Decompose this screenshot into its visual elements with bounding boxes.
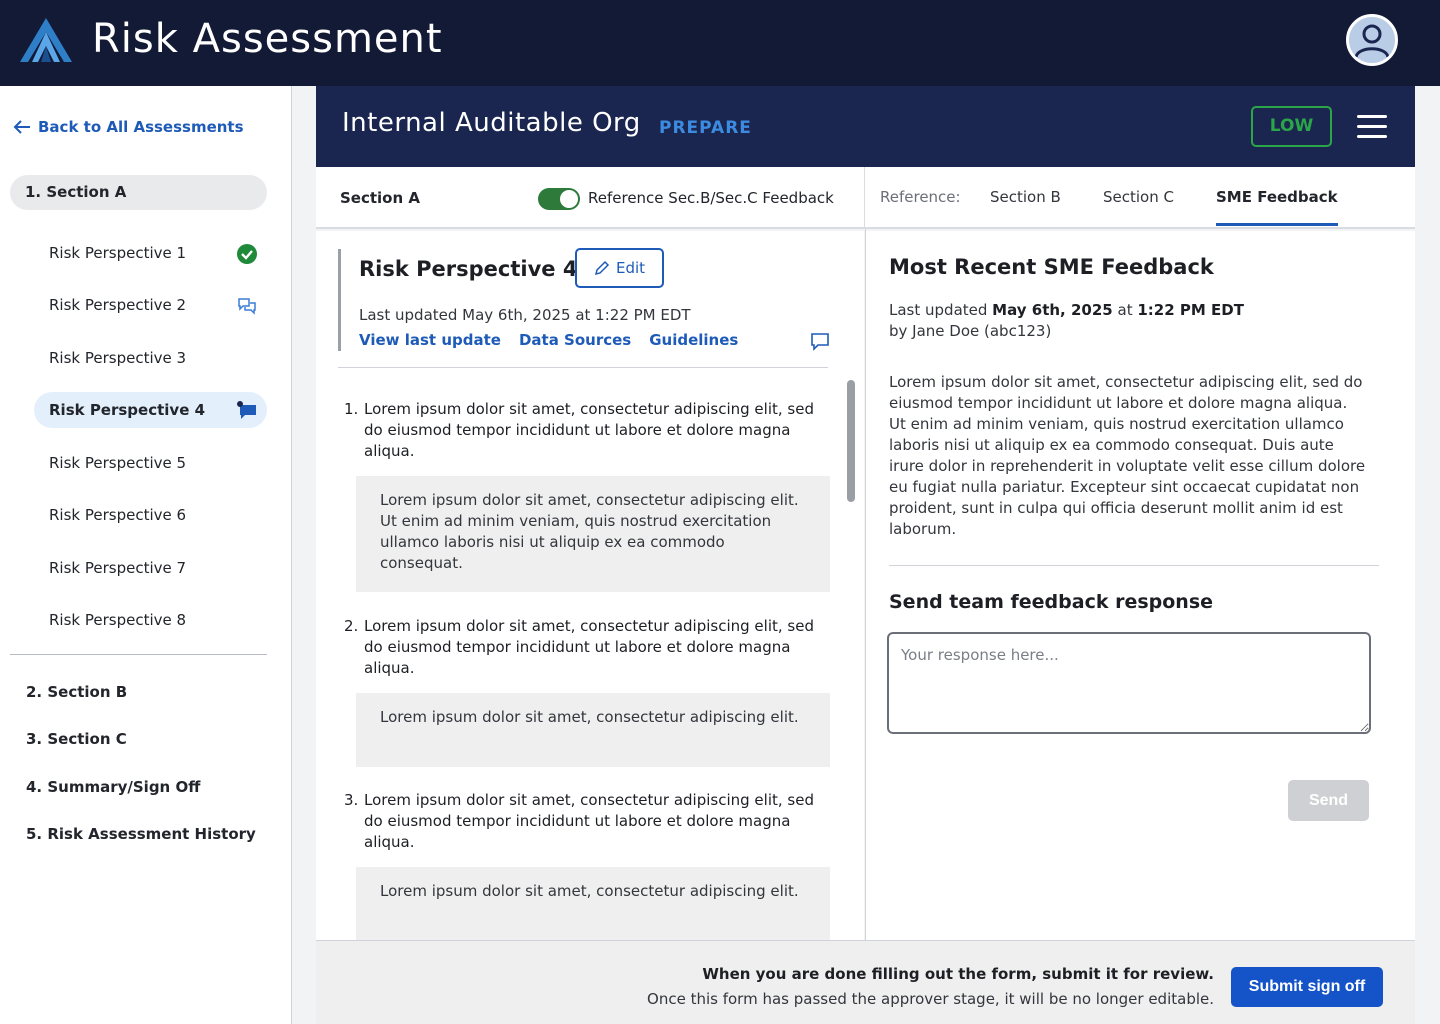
perspective-title: Risk Perspective 4 bbox=[359, 257, 578, 281]
response-textarea[interactable] bbox=[887, 632, 1371, 734]
sidebar-item-risk-perspective-7[interactable]: Risk Perspective 7 bbox=[34, 550, 267, 586]
question-number: 2. bbox=[344, 617, 359, 635]
sidebar-divider bbox=[10, 654, 267, 655]
pencil-icon bbox=[594, 260, 610, 276]
question-text: Lorem ipsum dolor sit amet, consectetur … bbox=[364, 617, 814, 677]
perspective-divider bbox=[338, 367, 828, 368]
edit-label: Edit bbox=[615, 259, 646, 277]
feedback-updated-time: 1:22 PM EDT bbox=[1137, 301, 1244, 319]
scrollbar-thumb[interactable] bbox=[847, 380, 855, 502]
back-link-label: Back to All Assessments bbox=[38, 118, 244, 136]
feedback-divider bbox=[889, 565, 1379, 566]
top-bar: Risk Assessment bbox=[0, 0, 1440, 86]
sidebar-item-risk-perspective-2[interactable]: Risk Perspective 2 bbox=[34, 287, 267, 323]
tab-section-c[interactable]: Section C bbox=[1103, 188, 1174, 206]
footer-note: Once this form has passed the approver s… bbox=[647, 990, 1214, 1008]
answer-3[interactable]: Lorem ipsum dolor sit amet, consectetur … bbox=[356, 867, 830, 940]
sidebar-item-label: Risk Perspective 8 bbox=[49, 611, 187, 629]
feedback-updated-at: at bbox=[1117, 301, 1133, 319]
sidebar-item-label: Risk Perspective 6 bbox=[49, 506, 187, 524]
sidebar-summary-sign-off[interactable]: 4. Summary/Sign Off bbox=[26, 778, 200, 796]
question-number: 1. bbox=[344, 400, 359, 418]
back-to-assessments-link[interactable]: Back to All Assessments bbox=[12, 118, 244, 136]
tab-sme-feedback[interactable]: SME Feedback bbox=[1216, 188, 1338, 206]
sidebar-section-a[interactable]: 1. Section A bbox=[10, 175, 267, 210]
sidebar-section-b[interactable]: 2. Section B bbox=[26, 683, 127, 701]
assessment-header: Internal Auditable Org PREPARE LOW bbox=[316, 86, 1415, 167]
data-sources-link[interactable]: Data Sources bbox=[519, 331, 631, 349]
right-gutter bbox=[1415, 86, 1440, 1024]
submit-sign-off-button[interactable]: Submit sign off bbox=[1231, 967, 1383, 1007]
question-1: 1. Lorem ipsum dolor sit amet, consectet… bbox=[344, 399, 822, 462]
arrow-left-icon bbox=[13, 120, 30, 134]
sidebar-risk-assessment-history[interactable]: 5. Risk Assessment History bbox=[26, 825, 256, 843]
user-avatar[interactable] bbox=[1346, 14, 1398, 66]
sidebar: Back to All Assessments 1. Section A Ris… bbox=[0, 86, 292, 1024]
perspective-last-updated: Last updated May 6th, 2025 at 1:22 PM ED… bbox=[359, 306, 691, 324]
feedback-updated-prefix: Last updated bbox=[889, 301, 988, 319]
sidebar-item-risk-perspective-3[interactable]: Risk Perspective 3 bbox=[34, 340, 267, 376]
reference-feedback-toggle[interactable] bbox=[538, 188, 580, 210]
comment-icon[interactable] bbox=[809, 331, 831, 351]
answer-1[interactable]: Lorem ipsum dolor sit amet, consectetur … bbox=[356, 476, 830, 592]
app-logo-icon bbox=[20, 18, 72, 62]
sidebar-item-label: Risk Perspective 1 bbox=[49, 244, 187, 262]
question-text: Lorem ipsum dolor sit amet, consectetur … bbox=[364, 400, 814, 460]
app-title: Risk Assessment bbox=[92, 16, 443, 62]
perspective-links: View last update Data Sources Guidelines bbox=[359, 331, 738, 349]
question-2: 2. Lorem ipsum dolor sit amet, consectet… bbox=[344, 616, 822, 679]
user-icon bbox=[1354, 24, 1390, 58]
perspective-panel: Risk Perspective 4 Edit Last updated May… bbox=[316, 231, 864, 940]
sidebar-item-label: Risk Perspective 2 bbox=[49, 296, 187, 314]
section-subbar: Section A Reference Sec.B/Sec.C Feedback… bbox=[316, 167, 1415, 229]
tab-section-b[interactable]: Section B bbox=[990, 188, 1061, 206]
subbar-divider bbox=[864, 167, 865, 229]
sidebar-section-c[interactable]: 3. Section C bbox=[26, 730, 127, 748]
reference-label: Reference: bbox=[880, 188, 961, 206]
guidelines-link[interactable]: Guidelines bbox=[649, 331, 738, 349]
sme-feedback-panel: Most Recent SME Feedback Last updated Ma… bbox=[866, 231, 1415, 940]
sidebar-item-label: Risk Perspective 5 bbox=[49, 454, 187, 472]
sidebar-item-risk-perspective-1[interactable]: Risk Perspective 1 bbox=[34, 235, 267, 271]
sidebar-item-label: Risk Perspective 3 bbox=[49, 349, 187, 367]
answer-2[interactable]: Lorem ipsum dolor sit amet, consectetur … bbox=[356, 693, 830, 767]
sidebar-item-risk-perspective-5[interactable]: Risk Perspective 5 bbox=[34, 445, 267, 481]
edit-button[interactable]: Edit bbox=[575, 248, 664, 288]
question-text: Lorem ipsum dolor sit amet, consectetur … bbox=[364, 791, 814, 851]
footer-instruction: When you are done filling out the form, … bbox=[702, 965, 1214, 983]
feedback-title: Most Recent SME Feedback bbox=[889, 255, 1214, 279]
toggle-label: Reference Sec.B/Sec.C Feedback bbox=[588, 189, 834, 207]
sidebar-item-label: Risk Perspective 4 bbox=[49, 401, 206, 419]
check-circle-icon bbox=[237, 244, 257, 264]
question-number: 3. bbox=[344, 791, 359, 809]
phase-label: PREPARE bbox=[659, 118, 752, 138]
feedback-meta: Last updated May 6th, 2025 at 1:22 PM ED… bbox=[889, 300, 1244, 342]
sidebar-item-risk-perspective-4[interactable]: Risk Perspective 4 bbox=[34, 392, 267, 428]
question-3: 3. Lorem ipsum dolor sit amet, consectet… bbox=[344, 790, 822, 853]
sidebar-item-risk-perspective-6[interactable]: Risk Perspective 6 bbox=[34, 497, 267, 533]
footer-bar: When you are done filling out the form, … bbox=[316, 940, 1415, 1024]
chat-flag-icon bbox=[237, 401, 256, 419]
feedback-body: Lorem ipsum dolor sit amet, consectetur … bbox=[889, 373, 1366, 538]
view-last-update-link[interactable]: View last update bbox=[359, 331, 501, 349]
section-title: Section A bbox=[340, 189, 420, 207]
sidebar-item-label: Risk Perspective 7 bbox=[49, 559, 187, 577]
hamburger-menu-icon[interactable] bbox=[1357, 115, 1387, 139]
response-heading: Send team feedback response bbox=[889, 591, 1214, 613]
send-button[interactable]: Send bbox=[1288, 780, 1369, 821]
active-tab-indicator bbox=[1216, 223, 1338, 226]
sidebar-item-risk-perspective-8[interactable]: Risk Perspective 8 bbox=[34, 602, 267, 638]
chat-bubbles-icon bbox=[238, 298, 256, 315]
feedback-author: by Jane Doe (abc123) bbox=[889, 322, 1052, 340]
risk-level-badge: LOW bbox=[1251, 106, 1332, 147]
feedback-updated-date: May 6th, 2025 bbox=[992, 301, 1113, 319]
org-name: Internal Auditable Org bbox=[342, 108, 641, 138]
perspective-header: Risk Perspective 4 Edit Last updated May… bbox=[338, 248, 829, 351]
